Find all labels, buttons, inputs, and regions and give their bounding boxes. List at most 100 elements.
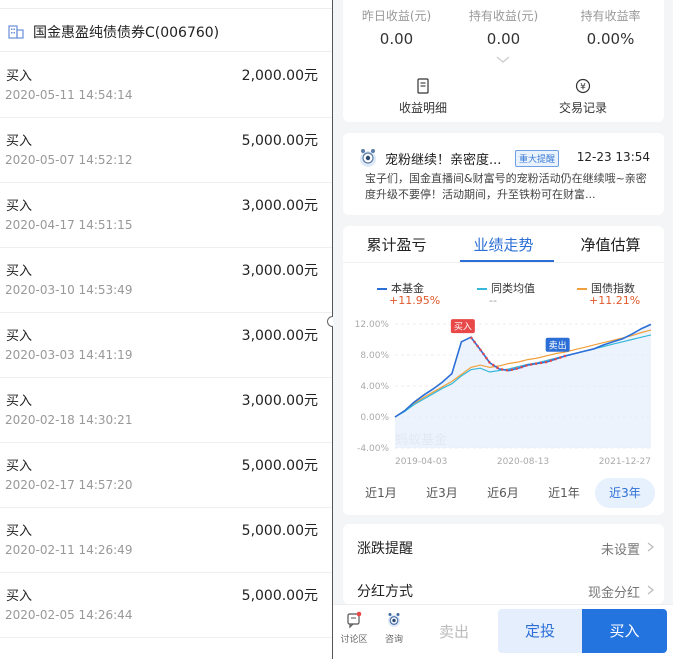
legend-fund-swatch [377,288,387,290]
y-tick-label: -4.00% [357,444,389,454]
fund-header[interactable]: 国金惠盈纯债债券C(006760) [0,12,332,52]
transaction-time: 2020-05-07 14:52:12 [5,153,133,167]
holding-income: 持有收益(元) 0.00 [450,7,557,48]
transaction-amount: 5,000.00元 [241,133,318,149]
transaction-amount: 2,000.00元 [241,68,318,84]
legend-bond-value: +11.21% [589,294,641,307]
announcement-card[interactable]: 宠粉继续！亲密度... 重大提醒 12-23 13:54 宝子们，国金直播间&财… [343,133,664,215]
top-separator [0,0,332,9]
price-alert-row[interactable]: 涨跌提醒 未设置 [343,526,664,566]
holding-rate-value: 0.00% [586,30,635,48]
transaction-row[interactable]: 买入 2020-03-03 14:41:19 3,000.00元 [0,313,332,378]
transaction-time: 2020-03-03 14:41:19 [5,348,133,362]
buy-marker-text: 买入 [454,322,472,333]
tab-nav-estimate[interactable]: 净值估算 [557,234,664,255]
yesterday-income-label: 昨日收益(元) [361,9,432,23]
legend-peer-name: 同类均值 [491,282,535,295]
sell-button[interactable]: 卖出 [409,605,499,659]
period-4[interactable]: 近3年 [595,478,655,508]
x-tick-label: 2020-08-13 [497,457,549,467]
y-tick-label: 8.00% [360,351,389,361]
legend-peer-value: -- [489,294,497,307]
period-2[interactable]: 近6月 [473,478,533,508]
discussion-label: 讨论区 [340,635,368,645]
svg-text:¥: ¥ [580,83,586,93]
transaction-type: 买入 [6,394,33,409]
sell-marker-text: 卖出 [549,339,567,351]
yesterday-income: 昨日收益(元) 0.00 [343,7,450,48]
transaction-row[interactable]: 买入 2020-04-17 14:51:15 3,000.00元 [0,183,332,248]
legend-peer-swatch [477,288,487,290]
holding-rate: 持有收益率 0.00% [557,7,664,48]
consult-label: 咨询 [384,635,403,645]
transaction-amount: 3,000.00元 [241,263,318,279]
announcement-body: 宝子们，国金直播间&财富号的宠粉活动仍在继续哦~亲密度升级不要停！活动期间，升至… [365,172,647,201]
trade-records-button[interactable]: ¥ 交易记录 [543,78,623,116]
dividend-method-label: 分红方式 [357,584,413,600]
important-badge: 重大提醒 [515,150,560,167]
holding-rate-label: 持有收益率 [580,9,641,23]
period-1[interactable]: 近3月 [412,478,472,508]
tab-performance[interactable]: 业绩走势 [450,234,557,255]
chevron-right-icon [647,542,654,552]
transaction-type: 买入 [6,459,33,474]
transaction-time: 2020-02-18 14:30:21 [5,413,133,427]
announcement-title: 宠粉继续！亲密度... [385,153,502,168]
mascot-icon [388,613,400,627]
performance-card: 累计盈亏 业绩走势 净值估算 本基金 +11.95% 同类均值 -- 国债指数 … [343,226,664,515]
transaction-row[interactable]: 买入 2020-02-11 14:26:49 5,000.00元 [0,508,332,573]
auto-invest-button[interactable]: 定投 [498,609,582,653]
transaction-amount: 5,000.00元 [241,523,318,539]
transaction-row[interactable]: 买入 2020-05-11 14:54:14 2,000.00元 [0,53,332,118]
transaction-time: 2020-02-11 14:26:49 [5,543,133,557]
transaction-row[interactable]: 买入 2020-02-05 14:26:44 5,000.00元 [0,573,332,638]
fund-detail-pane: 昨日收益(元) 0.00 持有收益(元) 0.00 持有收益率 0.00% 收益… [333,0,673,659]
transaction-row[interactable]: 买入 2020-03-10 14:53:49 3,000.00元 [0,248,332,313]
transaction-type: 买入 [6,199,33,214]
period-3[interactable]: 近1年 [534,478,594,508]
transaction-time: 2020-05-11 14:54:14 [5,88,133,102]
bottom-action-bar: 讨论区 咨询 卖出 定投 买入 [333,604,673,659]
buy-button[interactable]: 买入 [582,609,667,653]
transaction-time: 2020-02-17 14:57:20 [5,478,133,492]
transaction-type: 买入 [6,134,33,149]
chevron-right-icon [647,585,654,595]
transaction-amount: 5,000.00元 [241,588,318,604]
transaction-time: 2020-03-10 14:53:49 [5,283,133,297]
consult-button[interactable]: 咨询 [379,611,409,645]
performance-chart[interactable]: 12.00% 8.00% 4.00% 0.00% -4.00% 2019-04-03 202… [343,310,664,470]
yen-circle-icon: ¥ [575,78,591,94]
chevron-down-icon[interactable] [496,56,510,64]
transaction-time: 2020-04-17 14:51:15 [5,218,133,232]
legend-peer-avg: 同类均值 [477,280,535,296]
holding-income-label: 持有收益(元) [468,9,539,23]
transaction-amount: 3,000.00元 [241,198,318,214]
dividend-method-value: 现金分红 [587,586,640,601]
settings-card: 涨跌提醒 未设置 分红方式 现金分红 [343,524,664,604]
transaction-type: 买入 [6,69,33,84]
transaction-type: 买入 [6,589,33,604]
transaction-type: 买入 [6,264,33,279]
transaction-type: 买入 [6,329,33,344]
chat-bubble-icon [347,611,362,629]
transaction-row[interactable]: 买入 2020-05-07 14:52:12 5,000.00元 [0,118,332,183]
transaction-row[interactable]: 买入 2020-02-17 14:57:20 5,000.00元 [0,443,332,508]
transaction-amount: 3,000.00元 [241,393,318,409]
building-icon [8,24,24,39]
x-tick-label: 2021-12-27 [599,457,651,467]
fund-name: 国金惠盈纯债债券C(006760) [33,24,220,41]
document-icon [417,78,429,94]
income-detail-button[interactable]: 收益明细 [383,78,463,116]
y-tick-label: 0.00% [360,413,389,423]
discussion-button[interactable]: 讨论区 [339,611,369,645]
tab-separator [343,262,664,263]
yesterday-income-value: 0.00 [379,30,414,48]
transaction-amount: 3,000.00元 [241,328,318,344]
transaction-row[interactable]: 买入 2020-02-18 14:30:21 3,000.00元 [0,378,332,443]
y-tick-label: 12.00% [355,320,390,330]
period-0[interactable]: 近1月 [351,478,411,508]
tab-cumulative-pnl[interactable]: 累计盈亏 [343,234,450,255]
income-detail-label: 收益明细 [398,101,447,115]
transaction-amount: 5,000.00元 [241,458,318,474]
dividend-method-row[interactable]: 分红方式 现金分红 [343,569,664,609]
